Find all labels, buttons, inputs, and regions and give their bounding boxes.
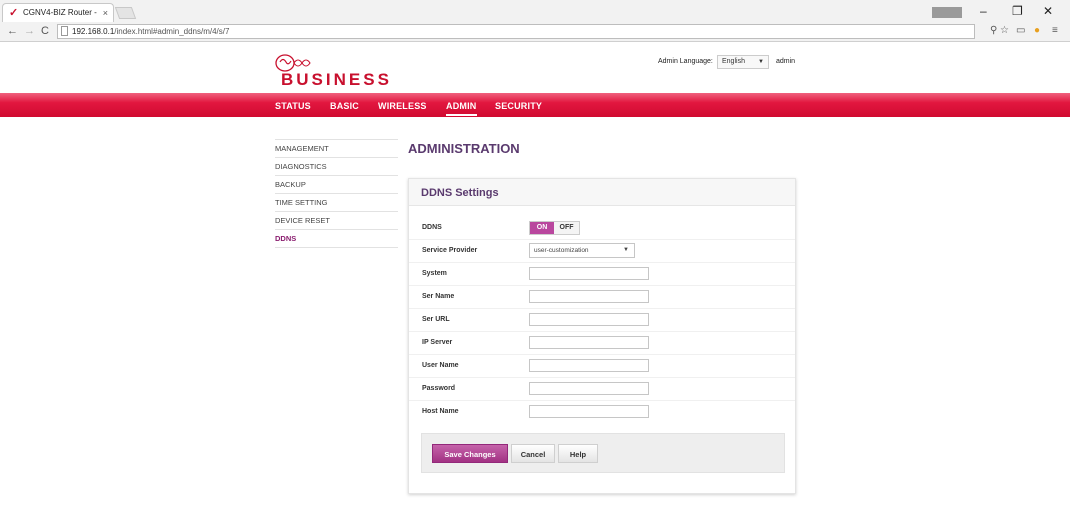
ddns-on-option[interactable]: ON	[530, 222, 554, 234]
close-window-icon[interactable]: ✕	[1043, 4, 1053, 18]
password-input[interactable]	[529, 382, 649, 395]
url-path: /index.html#admin_ddns/m/4/s/7	[114, 27, 230, 36]
chevron-down-icon: ▼	[758, 59, 764, 65]
card-header: DDNS Settings	[409, 179, 795, 206]
service-provider-select[interactable]: user-customization ▼	[529, 243, 635, 258]
server-name-input[interactable]	[529, 290, 649, 303]
ddns-toggle[interactable]: ON OFF	[529, 221, 580, 235]
cast-icon[interactable]: ▭	[1016, 25, 1025, 36]
card-title: DDNS Settings	[421, 187, 499, 199]
language-select[interactable]: English ▼	[717, 55, 769, 69]
back-icon[interactable]: ←	[7, 25, 18, 37]
host-name-input[interactable]	[529, 405, 649, 418]
ip-server-input[interactable]	[529, 336, 649, 349]
sidebar-item-management[interactable]: MANAGEMENT	[275, 139, 398, 157]
server-name-row: Ser Name	[409, 287, 795, 309]
menu-icon[interactable]: ≡	[1052, 25, 1058, 36]
ddns-label: DDNS	[422, 224, 442, 231]
server-url-row: Ser URL	[409, 310, 795, 332]
password-row: Password	[409, 379, 795, 401]
sidebar-item-backup[interactable]: BACKUP	[275, 175, 398, 193]
ip-server-label: IP Server	[422, 339, 453, 346]
host-name-label: Host Name	[422, 408, 459, 415]
nav-basic[interactable]: BASIC	[330, 101, 359, 111]
forward-icon[interactable]: →	[24, 25, 35, 37]
new-tab-button[interactable]	[114, 7, 137, 19]
nav-status[interactable]: STATUS	[275, 101, 311, 111]
nav-wireless[interactable]: WIRELESS	[378, 101, 427, 111]
sidebar-item-diagnostics[interactable]: DIAGNOSTICS	[275, 157, 398, 175]
ddns-settings-card: DDNS Settings DDNS ON OFF Service Provid…	[408, 178, 796, 494]
password-label: Password	[422, 385, 456, 392]
close-tab-icon[interactable]: ×	[103, 4, 108, 22]
browser-tab[interactable]: ✓ CGNV4-BIZ Router - ×	[2, 3, 114, 22]
sidebar-item-device-reset[interactable]: DEVICE RESET	[275, 211, 398, 229]
sidebar-item-time-setting[interactable]: TIME SETTING	[275, 193, 398, 211]
save-changes-button[interactable]: Save Changes	[432, 444, 508, 463]
url-input[interactable]: 192.168.0.1/index.html#admin_ddns/m/4/s/…	[57, 24, 975, 39]
bookmark-star-icon[interactable]: ☆	[1000, 25, 1009, 36]
admin-language-label: Admin Language:	[658, 58, 713, 65]
ddns-off-option[interactable]: OFF	[554, 222, 579, 234]
system-input[interactable]	[529, 267, 649, 280]
chevron-down-icon: ▼	[623, 247, 629, 253]
form-actions: Save Changes Cancel Help	[421, 433, 785, 473]
browser-tab-title: CGNV4-BIZ Router -	[23, 8, 97, 17]
system-label: System	[422, 270, 447, 277]
restore-icon[interactable]: ❐	[1012, 4, 1023, 18]
user-name-row: User Name	[409, 356, 795, 378]
service-provider-row: Service Provider user-customization ▼	[409, 241, 795, 263]
nav-security[interactable]: SECURITY	[495, 101, 542, 111]
cancel-button[interactable]: Cancel	[511, 444, 555, 463]
page-title: ADMINISTRATION	[408, 141, 520, 156]
admin-user-link[interactable]: admin	[776, 58, 795, 65]
brand-wordmark: BUSINESS	[281, 70, 392, 89]
minimize-icon[interactable]: –	[980, 4, 987, 18]
profile-badge[interactable]	[932, 7, 962, 18]
service-provider-value: user-customization	[534, 247, 589, 254]
ddns-row: DDNS ON OFF	[409, 218, 795, 240]
virgin-favicon-icon: ✓	[9, 7, 19, 19]
nav-admin[interactable]: ADMIN	[446, 101, 477, 116]
extension-icon[interactable]: ⚲	[990, 25, 997, 36]
ip-server-row: IP Server	[409, 333, 795, 355]
url-host: 192.168.0.1	[72, 27, 115, 36]
browser-tab-bar: ✓ CGNV4-BIZ Router - × – ❐ ✕	[0, 0, 1070, 22]
user-name-input[interactable]	[529, 359, 649, 372]
server-url-label: Ser URL	[422, 316, 450, 323]
reload-icon[interactable]: C	[41, 25, 49, 37]
help-button[interactable]: Help	[558, 444, 598, 463]
sidebar-item-ddns[interactable]: DDNS	[275, 229, 398, 247]
page-icon	[61, 26, 68, 36]
server-name-label: Ser Name	[422, 293, 455, 300]
user-name-label: User Name	[422, 362, 459, 369]
server-url-input[interactable]	[529, 313, 649, 326]
host-name-row: Host Name	[409, 402, 795, 424]
service-provider-label: Service Provider	[422, 247, 478, 254]
language-select-value: English	[722, 58, 745, 65]
sidebar: MANAGEMENT DIAGNOSTICS BACKUP TIME SETTI…	[275, 139, 398, 248]
extension-cookie-icon[interactable]: ●	[1034, 25, 1040, 36]
main-nav: STATUS BASIC WIRELESS ADMIN SECURITY	[0, 93, 1070, 117]
system-row: System	[409, 264, 795, 286]
sidebar-divider	[275, 247, 398, 248]
address-bar: ← → C 192.168.0.1/index.html#admin_ddns/…	[0, 22, 1070, 42]
